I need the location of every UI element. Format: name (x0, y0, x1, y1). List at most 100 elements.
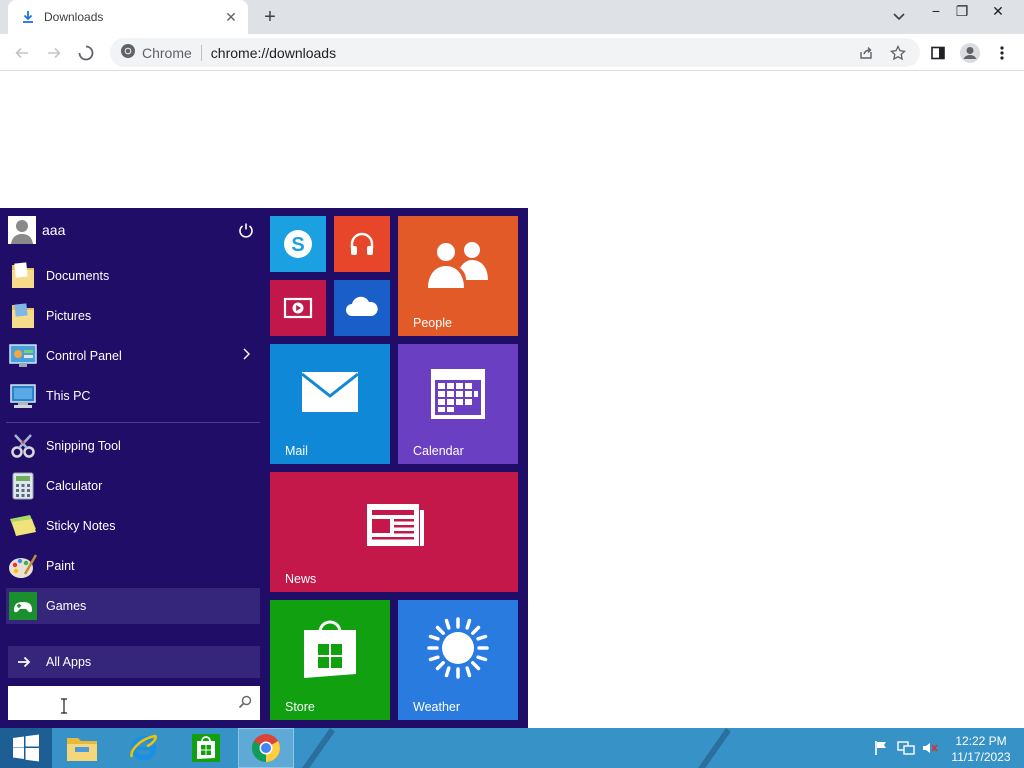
tab-title: Downloads (44, 10, 104, 24)
user-name: aaa (42, 222, 66, 238)
menu-item-games[interactable]: Games (6, 588, 260, 624)
tile-skype[interactable]: S (270, 216, 326, 272)
calendar-icon (430, 368, 486, 420)
file-explorer-icon (67, 738, 97, 761)
share-icon[interactable] (852, 39, 880, 67)
address-bar[interactable]: Chrome chrome://downloads (110, 38, 920, 67)
calculator-icon (6, 469, 40, 503)
restore-button[interactable]: ❐ (946, 0, 978, 22)
browser-toolbar: Chrome chrome://downloads (0, 34, 1024, 71)
all-apps-button[interactable]: All Apps (8, 646, 260, 678)
tile-mail[interactable]: Mail (270, 344, 390, 464)
divider (200, 44, 202, 61)
start-search-input[interactable] (8, 686, 260, 720)
clock-date: 11/17/2023 (951, 750, 1011, 764)
bookmark-star-icon[interactable] (884, 39, 912, 67)
taskbar-store[interactable] (178, 728, 234, 768)
tab-strip: Downloads ✕ + − ❐ ✕ (0, 0, 1024, 34)
taskbar-decoration (289, 728, 335, 768)
url-text: chrome://downloads (210, 44, 337, 61)
profile-avatar-icon[interactable] (956, 39, 984, 67)
skype-icon: S (282, 228, 314, 260)
cloud-icon (344, 292, 380, 324)
menu-item-snipping-tool[interactable]: Snipping Tool (6, 428, 260, 464)
tab-search-button[interactable] (888, 7, 910, 27)
tile-label: People (413, 316, 452, 330)
back-button[interactable] (8, 39, 36, 67)
start-menu: aaa Documents Pictures Control Panel Thi… (0, 208, 528, 728)
forward-button[interactable] (40, 39, 68, 67)
tile-store[interactable]: Store (270, 600, 390, 720)
menu-divider (6, 422, 260, 423)
sticky-notes-icon (6, 509, 40, 543)
menu-item-documents[interactable]: Documents (6, 258, 260, 294)
control-panel-icon (6, 339, 40, 373)
stop-loading-button[interactable] (72, 39, 100, 67)
menu-item-pictures[interactable]: Pictures (6, 298, 260, 334)
user-account[interactable]: aaa (8, 216, 260, 244)
gamepad-icon (6, 589, 40, 623)
computer-icon (6, 379, 40, 413)
arrow-right-icon (14, 652, 34, 672)
windows-logo-icon (13, 734, 39, 762)
taskbar-decoration (685, 728, 731, 768)
mail-icon (300, 370, 360, 414)
menu-item-control-panel[interactable]: Control Panel (6, 338, 260, 374)
menu-item-label: Control Panel (46, 349, 122, 363)
all-apps-label: All Apps (46, 655, 92, 669)
svg-text:S: S (291, 234, 304, 256)
taskbar-internet-explorer[interactable] (116, 728, 172, 768)
taskbar-file-explorer[interactable] (54, 728, 110, 768)
tile-label: Mail (285, 444, 308, 458)
search-icon[interactable] (238, 695, 252, 709)
menu-item-label: Calculator (46, 479, 103, 493)
tab-close-button[interactable]: ✕ (222, 8, 240, 26)
tile-news[interactable]: News (270, 472, 518, 592)
folder-icon (6, 299, 40, 333)
chrome-icon (252, 734, 280, 762)
menu-item-paint[interactable]: Paint (6, 548, 260, 584)
download-icon (20, 9, 36, 25)
tile-label: Calendar (413, 444, 464, 458)
tile-weather[interactable]: Weather (398, 600, 518, 720)
start-button[interactable] (0, 728, 52, 768)
new-tab-button[interactable]: + (258, 6, 282, 28)
menu-item-label: Games (46, 599, 87, 613)
palette-icon (6, 549, 40, 583)
chrome-icon (120, 43, 136, 62)
chevron-right-icon (242, 348, 250, 363)
menu-item-label: Sticky Notes (46, 519, 116, 533)
more-menu-icon[interactable] (988, 39, 1016, 67)
close-window-button[interactable]: ✕ (982, 0, 1014, 22)
menu-item-sticky-notes[interactable]: Sticky Notes (6, 508, 260, 544)
menu-item-label: Documents (46, 269, 110, 283)
tile-label: Store (285, 700, 315, 714)
action-center-flag-icon[interactable] (872, 728, 890, 768)
tile-people[interactable]: People (398, 216, 518, 336)
scissors-icon (6, 429, 40, 463)
menu-item-label: Snipping Tool (46, 439, 121, 453)
volume-muted-icon[interactable] (920, 728, 940, 768)
taskbar: 12:22 PM 11/17/2023 (0, 728, 1024, 768)
power-button[interactable] (236, 220, 256, 240)
shopping-bag-icon (302, 616, 358, 680)
folder-icon (6, 259, 40, 293)
tab-downloads[interactable]: Downloads ✕ (8, 0, 248, 34)
network-icon[interactable] (896, 728, 916, 768)
tile-music[interactable] (334, 216, 390, 272)
user-avatar-icon (8, 216, 36, 244)
menu-item-this-pc[interactable]: This PC (6, 378, 260, 414)
tile-label: News (285, 572, 317, 586)
tile-label: Weather (413, 700, 461, 714)
tile-calendar[interactable]: Calendar (398, 344, 518, 464)
tile-onedrive[interactable] (334, 280, 390, 336)
clock-time: 12:22 PM (955, 734, 1007, 748)
system-clock[interactable]: 12:22 PM 11/17/2023 (946, 733, 1016, 765)
store-icon (192, 734, 220, 762)
video-icon (282, 292, 314, 324)
menu-item-calculator[interactable]: Calculator (6, 468, 260, 504)
taskbar-chrome[interactable] (238, 728, 294, 768)
tile-video[interactable] (270, 280, 326, 336)
power-icon (239, 223, 253, 238)
side-panel-icon[interactable] (924, 39, 952, 67)
